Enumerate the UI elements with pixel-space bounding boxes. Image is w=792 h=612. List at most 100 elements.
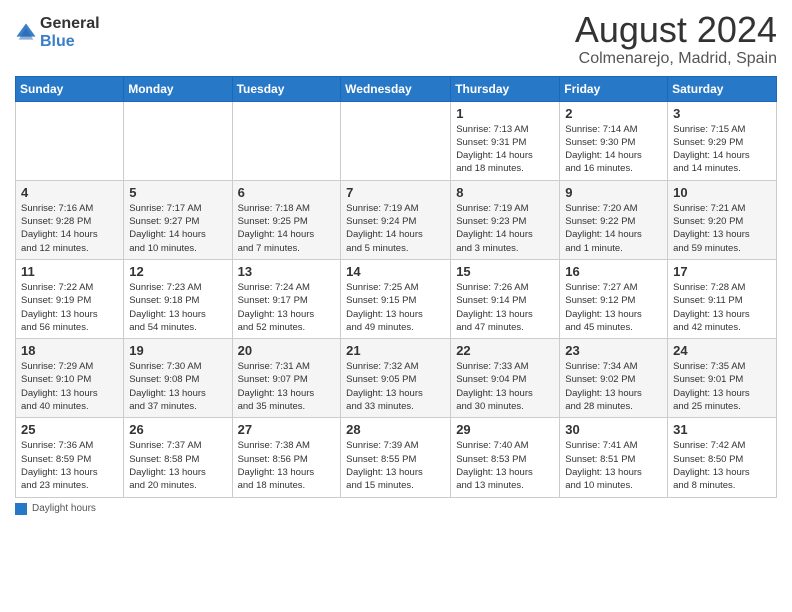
day-number: 2 [565, 106, 662, 121]
day-number: 15 [456, 264, 554, 279]
day-number: 23 [565, 343, 662, 358]
calendar-week-2: 4Sunrise: 7:16 AM Sunset: 9:28 PM Daylig… [16, 180, 777, 259]
day-number: 12 [129, 264, 226, 279]
day-number: 22 [456, 343, 554, 358]
logo-general-text: General [40, 15, 100, 33]
day-info: Sunrise: 7:37 AM Sunset: 8:58 PM Dayligh… [129, 439, 226, 492]
day-number: 19 [129, 343, 226, 358]
day-number: 13 [238, 264, 336, 279]
day-number: 5 [129, 185, 226, 200]
day-number: 16 [565, 264, 662, 279]
day-number: 6 [238, 185, 336, 200]
day-info: Sunrise: 7:34 AM Sunset: 9:02 PM Dayligh… [565, 360, 662, 413]
calendar-cell: 24 Sunrise: 7:35 AM Sunset: 9:01 PM Dayli… [668, 339, 777, 418]
day-info: Sunrise: 7:32 AM Sunset: 9:05 PM Dayligh… [346, 360, 445, 413]
day-info: Sunrise: 7:40 AM Sunset: 8:53 PM Dayligh… [456, 439, 554, 492]
calendar-cell: 17 Sunrise: 7:28 AM Sunset: 9:11 PM Dayli… [668, 259, 777, 338]
calendar-header-thursday: Thursday [451, 76, 560, 101]
day-number: 11 [21, 264, 118, 279]
calendar: SundayMondayTuesdayWednesdayThursdayFrid… [15, 76, 777, 498]
calendar-cell: 15 Sunrise: 7:26 AM Sunset: 9:14 PM Dayli… [451, 259, 560, 338]
day-number: 26 [129, 422, 226, 437]
day-info: Sunrise: 7:20 AM Sunset: 9:22 PM Dayligh… [565, 202, 662, 255]
header: General Blue August 2024 Colmenarejo, Ma… [15, 10, 777, 68]
calendar-cell [341, 101, 451, 180]
calendar-cell: 28 Sunrise: 7:39 AM Sunset: 8:55 PM Dayli… [341, 418, 451, 497]
calendar-cell: 20 Sunrise: 7:31 AM Sunset: 9:07 PM Dayli… [232, 339, 341, 418]
calendar-week-1: 1Sunrise: 7:13 AM Sunset: 9:31 PM Daylig… [16, 101, 777, 180]
day-number: 20 [238, 343, 336, 358]
calendar-week-5: 25 Sunrise: 7:36 AM Sunset: 8:59 PM Dayli… [16, 418, 777, 497]
calendar-cell: 7 Sunrise: 7:19 AM Sunset: 9:24 PM Daylig… [341, 180, 451, 259]
calendar-cell: 13 Sunrise: 7:24 AM Sunset: 9:17 PM Dayli… [232, 259, 341, 338]
calendar-week-4: 18Sunrise: 7:29 AM Sunset: 9:10 PM Dayli… [16, 339, 777, 418]
day-info: Sunrise: 7:22 AM Sunset: 9:19 PM Dayligh… [21, 281, 118, 334]
day-info: Sunrise: 7:14 AM Sunset: 9:30 PM Dayligh… [565, 123, 662, 176]
day-number: 9 [565, 185, 662, 200]
day-info: Sunrise: 7:21 AM Sunset: 9:20 PM Dayligh… [673, 202, 771, 255]
calendar-cell: 25 Sunrise: 7:36 AM Sunset: 8:59 PM Dayli… [16, 418, 124, 497]
day-number: 24 [673, 343, 771, 358]
calendar-header-sunday: Sunday [16, 76, 124, 101]
day-info: Sunrise: 7:17 AM Sunset: 9:27 PM Dayligh… [129, 202, 226, 255]
calendar-cell: 26 Sunrise: 7:37 AM Sunset: 8:58 PM Dayli… [124, 418, 232, 497]
day-number: 25 [21, 422, 118, 437]
day-info: Sunrise: 7:24 AM Sunset: 9:17 PM Dayligh… [238, 281, 336, 334]
day-number: 29 [456, 422, 554, 437]
day-number: 3 [673, 106, 771, 121]
day-number: 8 [456, 185, 554, 200]
calendar-header-wednesday: Wednesday [341, 76, 451, 101]
day-info: Sunrise: 7:28 AM Sunset: 9:11 PM Dayligh… [673, 281, 771, 334]
day-info: Sunrise: 7:26 AM Sunset: 9:14 PM Dayligh… [456, 281, 554, 334]
calendar-cell: 6 Sunrise: 7:18 AM Sunset: 9:25 PM Daylig… [232, 180, 341, 259]
day-info: Sunrise: 7:27 AM Sunset: 9:12 PM Dayligh… [565, 281, 662, 334]
day-number: 21 [346, 343, 445, 358]
day-number: 7 [346, 185, 445, 200]
calendar-week-3: 11 Sunrise: 7:22 AM Sunset: 9:19 PM Dayli… [16, 259, 777, 338]
calendar-cell: 3 Sunrise: 7:15 AM Sunset: 9:29 PM Daylig… [668, 101, 777, 180]
day-info: Sunrise: 7:18 AM Sunset: 9:25 PM Dayligh… [238, 202, 336, 255]
calendar-cell: 9 Sunrise: 7:20 AM Sunset: 9:22 PM Daylig… [560, 180, 668, 259]
day-number: 10 [673, 185, 771, 200]
calendar-cell: 2 Sunrise: 7:14 AM Sunset: 9:30 PM Daylig… [560, 101, 668, 180]
calendar-cell: 14 Sunrise: 7:25 AM Sunset: 9:15 PM Dayli… [341, 259, 451, 338]
calendar-cell: 10 Sunrise: 7:21 AM Sunset: 9:20 PM Dayli… [668, 180, 777, 259]
location: Colmenarejo, Madrid, Spain [575, 50, 777, 68]
calendar-cell: 12Sunrise: 7:23 AM Sunset: 9:18 PM Dayli… [124, 259, 232, 338]
day-number: 30 [565, 422, 662, 437]
calendar-cell: 30 Sunrise: 7:41 AM Sunset: 8:51 PM Dayli… [560, 418, 668, 497]
calendar-header-monday: Monday [124, 76, 232, 101]
day-number: 28 [346, 422, 445, 437]
calendar-cell: 11 Sunrise: 7:22 AM Sunset: 9:19 PM Dayli… [16, 259, 124, 338]
day-info: Sunrise: 7:19 AM Sunset: 9:24 PM Dayligh… [346, 202, 445, 255]
day-number: 14 [346, 264, 445, 279]
day-number: 31 [673, 422, 771, 437]
day-info: Sunrise: 7:42 AM Sunset: 8:50 PM Dayligh… [673, 439, 771, 492]
calendar-cell: 4Sunrise: 7:16 AM Sunset: 9:28 PM Daylig… [16, 180, 124, 259]
calendar-cell [232, 101, 341, 180]
calendar-cell: 22Sunrise: 7:33 AM Sunset: 9:04 PM Dayli… [451, 339, 560, 418]
calendar-cell [16, 101, 124, 180]
day-info: Sunrise: 7:29 AM Sunset: 9:10 PM Dayligh… [21, 360, 118, 413]
page: General Blue August 2024 Colmenarejo, Ma… [0, 0, 792, 612]
day-info: Sunrise: 7:31 AM Sunset: 9:07 PM Dayligh… [238, 360, 336, 413]
calendar-cell: 1Sunrise: 7:13 AM Sunset: 9:31 PM Daylig… [451, 101, 560, 180]
logo-icon [15, 22, 37, 44]
day-number: 17 [673, 264, 771, 279]
day-info: Sunrise: 7:41 AM Sunset: 8:51 PM Dayligh… [565, 439, 662, 492]
day-info: Sunrise: 7:15 AM Sunset: 9:29 PM Dayligh… [673, 123, 771, 176]
day-info: Sunrise: 7:19 AM Sunset: 9:23 PM Dayligh… [456, 202, 554, 255]
day-info: Sunrise: 7:35 AM Sunset: 9:01 PM Dayligh… [673, 360, 771, 413]
day-info: Sunrise: 7:39 AM Sunset: 8:55 PM Dayligh… [346, 439, 445, 492]
daylight-box [15, 503, 27, 515]
calendar-cell: 19Sunrise: 7:30 AM Sunset: 9:08 PM Dayli… [124, 339, 232, 418]
day-info: Sunrise: 7:25 AM Sunset: 9:15 PM Dayligh… [346, 281, 445, 334]
title-area: August 2024 Colmenarejo, Madrid, Spain [575, 10, 777, 68]
month-year: August 2024 [575, 10, 777, 50]
calendar-cell: 29 Sunrise: 7:40 AM Sunset: 8:53 PM Dayli… [451, 418, 560, 497]
calendar-cell: 16 Sunrise: 7:27 AM Sunset: 9:12 PM Dayli… [560, 259, 668, 338]
logo-text: General Blue [40, 15, 100, 50]
calendar-cell: 31 Sunrise: 7:42 AM Sunset: 8:50 PM Dayli… [668, 418, 777, 497]
calendar-cell: 18Sunrise: 7:29 AM Sunset: 9:10 PM Dayli… [16, 339, 124, 418]
day-info: Sunrise: 7:36 AM Sunset: 8:59 PM Dayligh… [21, 439, 118, 492]
